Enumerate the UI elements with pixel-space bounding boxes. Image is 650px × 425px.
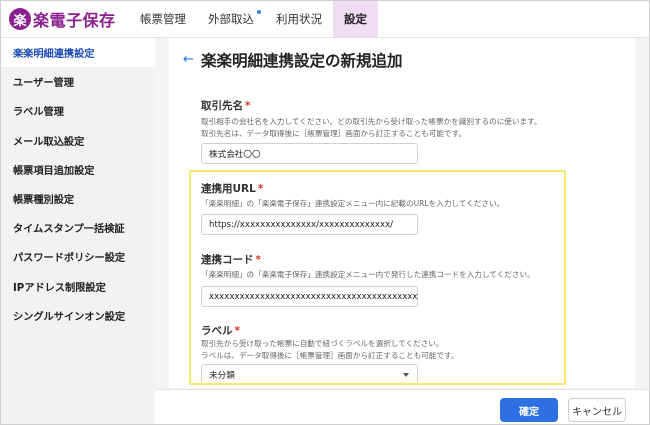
code-label: 連携コード * xyxy=(201,252,261,267)
nav-item-label: 帳票管理 xyxy=(140,12,186,26)
sidebar-item-label-management[interactable]: ラベル管理 xyxy=(1,96,155,125)
sidebar-item-label: ユーザー管理 xyxy=(13,78,74,90)
url-value: https://xxxxxxxxxxxxxxx/xxxxxxxxxxxxxx/ xyxy=(209,219,394,230)
settings-sidebar: 楽楽明細連携設定 ユーザー管理 ラベル管理 メール取込設定 帳票項目追加設定 帳… xyxy=(1,38,155,424)
sidebar-item-mail-import[interactable]: メール取込設定 xyxy=(1,126,155,155)
field-label-text: 取引先名 xyxy=(201,100,243,112)
label-select[interactable]: 未分類 xyxy=(201,364,418,385)
notification-dot-icon xyxy=(257,10,261,14)
chevron-down-icon xyxy=(403,373,409,377)
label-select-value: 未分類 xyxy=(209,370,235,381)
form-footer: 確定 キャンセル xyxy=(155,389,649,424)
top-header: 楽 楽電子保存 帳票管理 外部取込 利用状況 設定 xyxy=(1,1,649,38)
client-name-label: 取引先名 * xyxy=(201,98,251,113)
required-mark: * xyxy=(255,254,262,266)
nav-item-label: 設定 xyxy=(344,12,367,26)
client-name-input[interactable]: 株式会社〇〇 xyxy=(201,143,418,164)
required-mark: * xyxy=(234,325,241,337)
client-name-help-2: 取引先名は、データ取得後に［帳票管理］画面から訂正することも可能です。 xyxy=(201,129,467,138)
field-label-text: 連携用URL xyxy=(201,183,256,195)
sidebar-item-timestamp-verify[interactable]: タイムスタンプ一括検証 xyxy=(1,213,155,242)
code-value: xxxxxxxxxxxxxxxxxxxxxxxxxxxxxxxxxxxxxxxx… xyxy=(209,291,418,302)
sidebar-item-password-policy[interactable]: パスワードポリシー設定 xyxy=(1,242,155,271)
sidebar-item-label: 帳票種別設定 xyxy=(13,195,75,207)
sidebar-item-label: 楽楽明細連携設定 xyxy=(13,49,95,61)
nav-item-settings[interactable]: 設定 xyxy=(333,1,378,37)
required-mark: * xyxy=(245,100,251,112)
form-panel: ← 楽楽明細連携設定の新規追加 取引先名 * 取引相手の会社名を入力してください。… xyxy=(169,38,635,388)
field-label-text: ラベル xyxy=(201,325,233,337)
client-name-value: 株式会社〇〇 xyxy=(209,149,261,160)
nav-item-usage[interactable]: 利用状況 xyxy=(265,1,333,37)
sidebar-item-label: ラベル管理 xyxy=(13,107,64,119)
logo-text: 楽電子保存 xyxy=(33,11,116,30)
label-help-2: ラベルは、データ取得後に［帳票管理］画面から訂正することも可能です。 xyxy=(201,351,459,360)
back-arrow-icon[interactable]: ← xyxy=(183,52,194,67)
nav-item-reports[interactable]: 帳票管理 xyxy=(129,1,197,37)
sidebar-item-label: タイムスタンプ一括検証 xyxy=(13,224,125,236)
sidebar-item-label: パスワードポリシー設定 xyxy=(13,253,126,265)
nav-item-label: 外部取込 xyxy=(208,12,254,26)
sidebar-item-rakuraku-meisai[interactable]: 楽楽明細連携設定 xyxy=(1,38,155,68)
sidebar-item-report-types[interactable]: 帳票種別設定 xyxy=(1,184,155,213)
top-nav: 帳票管理 外部取込 利用状況 設定 xyxy=(129,1,378,37)
app-logo[interactable]: 楽 楽電子保存 xyxy=(9,6,116,32)
app-window: 楽 楽電子保存 帳票管理 外部取込 利用状況 設定 楽楽明細連携設定 ユーザー管… xyxy=(0,0,650,425)
code-help: 「楽楽明細」の「楽楽電子保存」連携設定メニュー内で発行した連携コードを入力してく… xyxy=(201,270,535,279)
page-title: 楽楽明細連携設定の新規追加 xyxy=(201,52,403,70)
nav-item-external-import[interactable]: 外部取込 xyxy=(197,1,265,37)
confirm-button[interactable]: 確定 xyxy=(500,398,558,422)
logo-mark: 楽 xyxy=(9,8,31,30)
label-field-label: ラベル * xyxy=(201,323,240,338)
code-input[interactable]: xxxxxxxxxxxxxxxxxxxxxxxxxxxxxxxxxxxxxxxx… xyxy=(201,286,418,307)
required-mark: * xyxy=(257,183,264,195)
sidebar-item-label: メール取込設定 xyxy=(13,136,85,148)
sidebar-item-ip-restriction[interactable]: IPアドレス制限設定 xyxy=(1,272,155,301)
url-label: 連携用URL * xyxy=(201,181,263,196)
sidebar-item-user-management[interactable]: ユーザー管理 xyxy=(1,67,155,96)
cancel-button[interactable]: キャンセル xyxy=(568,398,626,422)
url-help: 「楽楽明細」の「楽楽電子保存」連携設定メニュー内に記載のURLを入力してください… xyxy=(201,199,505,208)
field-label-text: 連携コード xyxy=(201,254,254,266)
sidebar-item-report-fields[interactable]: 帳票項目追加設定 xyxy=(1,155,155,184)
nav-item-label: 利用状況 xyxy=(276,12,322,26)
sidebar-item-sso[interactable]: シングルサインオン設定 xyxy=(1,301,155,330)
url-input[interactable]: https://xxxxxxxxxxxxxxx/xxxxxxxxxxxxxx/ xyxy=(201,214,418,235)
sidebar-item-label: シングルサインオン設定 xyxy=(13,311,126,323)
sidebar-item-label: IPアドレス制限設定 xyxy=(13,282,106,294)
main-content: ← 楽楽明細連携設定の新規追加 取引先名 * 取引相手の会社名を入力してください。… xyxy=(155,38,649,424)
sidebar-item-label: 帳票項目追加設定 xyxy=(13,165,95,177)
